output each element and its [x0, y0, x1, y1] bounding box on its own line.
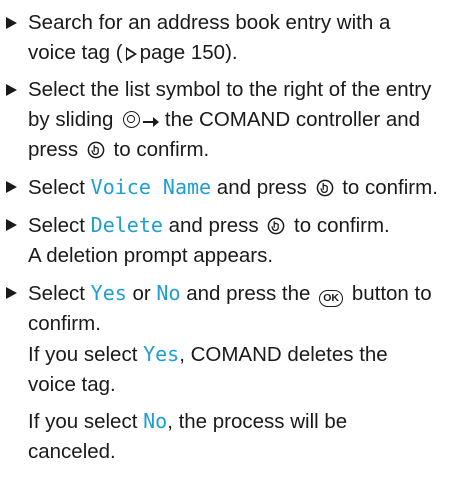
- step-text: Select: [28, 214, 91, 237]
- result-text: If you select: [28, 343, 144, 366]
- bullet-icon: [6, 287, 17, 299]
- step-select-delete: Select Delete and press to confirm. A de…: [0, 210, 454, 271]
- instruction-page: Search for an address book entry with a …: [0, 0, 454, 480]
- ok-button-icon: OK: [319, 290, 344, 307]
- controller-slide-icon: [123, 111, 141, 128]
- bullet-icon: [6, 17, 17, 29]
- step-text: Select: [28, 176, 91, 199]
- step-text: to confirm.: [336, 176, 438, 199]
- page-reference-icon: [125, 47, 137, 61]
- menu-term-no: No: [156, 281, 181, 305]
- step-text: ).: [225, 41, 238, 64]
- step-select-list-symbol: Select the list symbol to the right of t…: [0, 75, 454, 165]
- step-text: and press: [211, 176, 313, 199]
- controller-press-icon: [267, 217, 285, 235]
- step-text: and press the: [180, 282, 317, 305]
- menu-term-delete: Delete: [90, 213, 163, 237]
- step-result-no: If you select No, the process will be ca…: [28, 406, 440, 467]
- controller-press-icon: [87, 141, 105, 159]
- step-text: to confirm.: [107, 138, 210, 161]
- step-text: or: [126, 282, 157, 305]
- menu-term-no: No: [143, 409, 168, 433]
- result-text: If you select: [28, 410, 144, 433]
- bullet-icon: [6, 181, 17, 193]
- instruction-steps: Search for an address book entry with a …: [0, 8, 454, 467]
- arrow-right-icon: [143, 117, 160, 127]
- step-text: Select: [28, 282, 91, 305]
- step-result: A deletion prompt appears.: [28, 244, 274, 267]
- step-text: and press: [162, 214, 265, 237]
- step-result-yes: If you select Yes, COMAND deletes the vo…: [28, 339, 440, 400]
- step-select-voice-name: Select Voice Name and press to confirm.: [0, 172, 454, 203]
- bullet-icon: [6, 84, 17, 96]
- step-text: to confirm.: [288, 214, 390, 237]
- page-reference-link[interactable]: page 150: [140, 41, 226, 64]
- menu-term-voice-name: Voice Name: [90, 175, 212, 199]
- menu-term-yes: Yes: [90, 281, 127, 305]
- controller-press-icon: [316, 179, 333, 197]
- bullet-icon: [6, 219, 17, 231]
- step-search-entry: Search for an address book entry with a …: [0, 8, 454, 68]
- step-confirm-deletion: Select Yes or No and press the OK button…: [0, 278, 454, 467]
- menu-term-yes: Yes: [143, 342, 180, 366]
